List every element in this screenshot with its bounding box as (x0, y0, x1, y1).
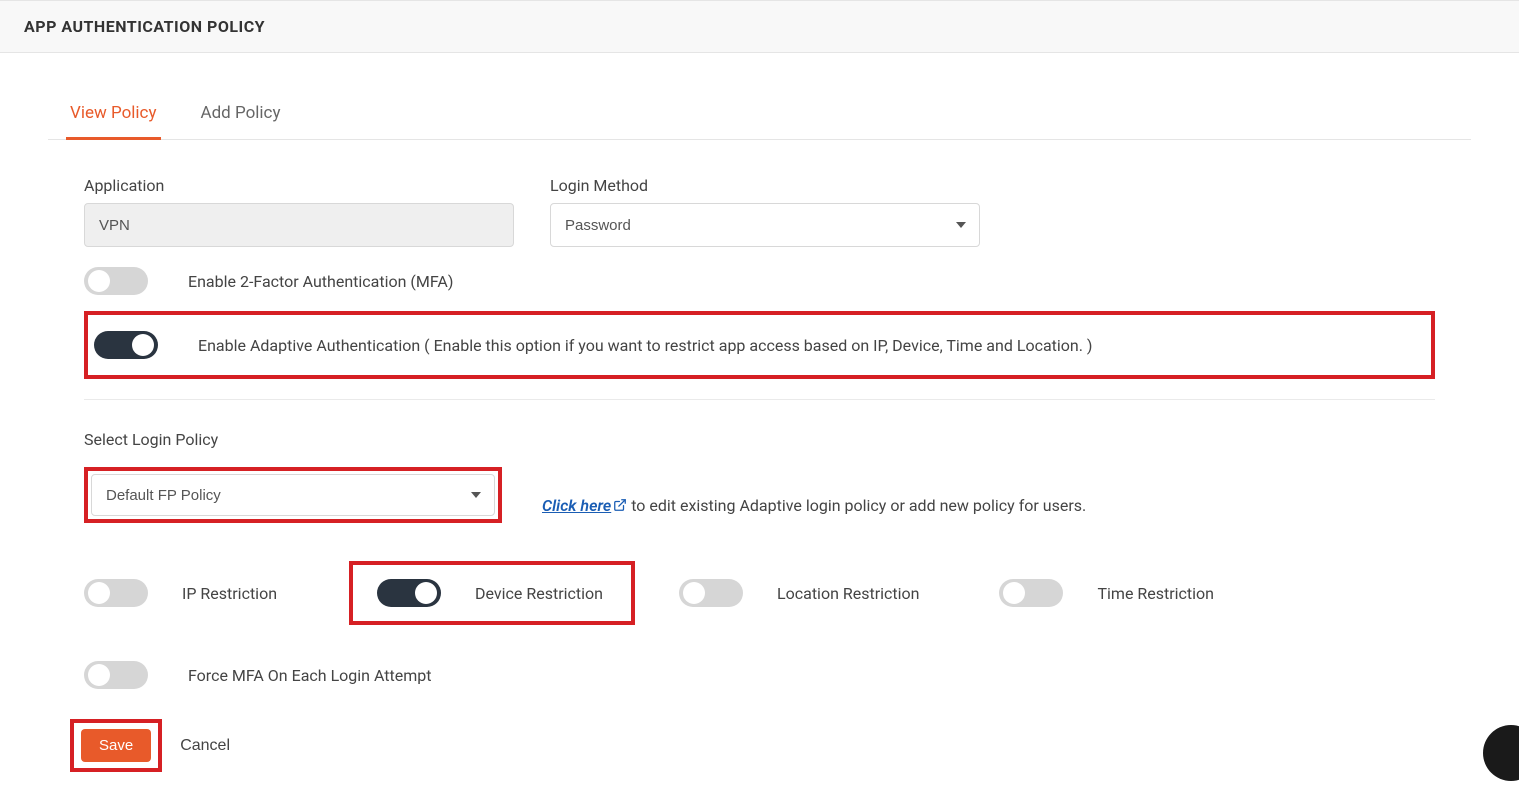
login-policy-highlight: Default FP Policy (84, 467, 502, 523)
device-restriction-label: Device Restriction (475, 584, 603, 603)
login-method-select[interactable]: Password (550, 203, 980, 247)
mfa-toggle[interactable] (84, 267, 148, 295)
mfa-toggle-label: Enable 2-Factor Authentication (MFA) (188, 272, 453, 291)
adaptive-auth-highlight: Enable Adaptive Authentication ( Enable … (84, 311, 1435, 379)
page-title: APP AUTHENTICATION POLICY (24, 17, 1495, 36)
section-divider (84, 399, 1435, 400)
tabs: View Policy Add Policy (48, 93, 1471, 140)
device-restriction-highlight: Device Restriction (349, 561, 635, 625)
device-restriction-toggle[interactable] (377, 579, 441, 607)
location-restriction-label: Location Restriction (777, 584, 919, 603)
toggle-knob-icon (1003, 582, 1025, 604)
adaptive-auth-toggle-label: Enable Adaptive Authentication ( Enable … (198, 336, 1092, 355)
toggle-knob-icon (683, 582, 705, 604)
ip-restriction-label: IP Restriction (182, 584, 277, 603)
tab-view-policy[interactable]: View Policy (66, 93, 161, 140)
login-method-label: Login Method (550, 176, 980, 195)
time-restriction-label: Time Restriction (1097, 584, 1214, 603)
external-link-icon (613, 498, 627, 512)
application-input[interactable] (84, 203, 514, 247)
time-restriction-toggle[interactable] (999, 579, 1063, 607)
toggle-knob-icon (88, 664, 110, 686)
click-here-link[interactable]: Click here (542, 496, 627, 515)
force-mfa-label: Force MFA On Each Login Attempt (188, 666, 432, 685)
login-policy-select[interactable]: Default FP Policy (91, 474, 495, 516)
location-restriction-toggle[interactable] (679, 579, 743, 607)
application-label: Application (84, 176, 514, 195)
toggle-knob-icon (132, 334, 154, 356)
tab-add-policy[interactable]: Add Policy (197, 93, 285, 140)
ip-restriction-toggle[interactable] (84, 579, 148, 607)
force-mfa-toggle[interactable] (84, 661, 148, 689)
cancel-button[interactable]: Cancel (180, 737, 230, 755)
toggle-knob-icon (88, 582, 110, 604)
edit-policy-text: Click here to edit existing Adaptive log… (542, 496, 1086, 523)
toggle-knob-icon (415, 582, 437, 604)
adaptive-auth-toggle[interactable] (94, 331, 158, 359)
save-button[interactable]: Save (81, 729, 151, 762)
select-login-policy-label: Select Login Policy (84, 430, 1435, 449)
toggle-knob-icon (88, 270, 110, 292)
save-button-highlight: Save (70, 719, 162, 772)
